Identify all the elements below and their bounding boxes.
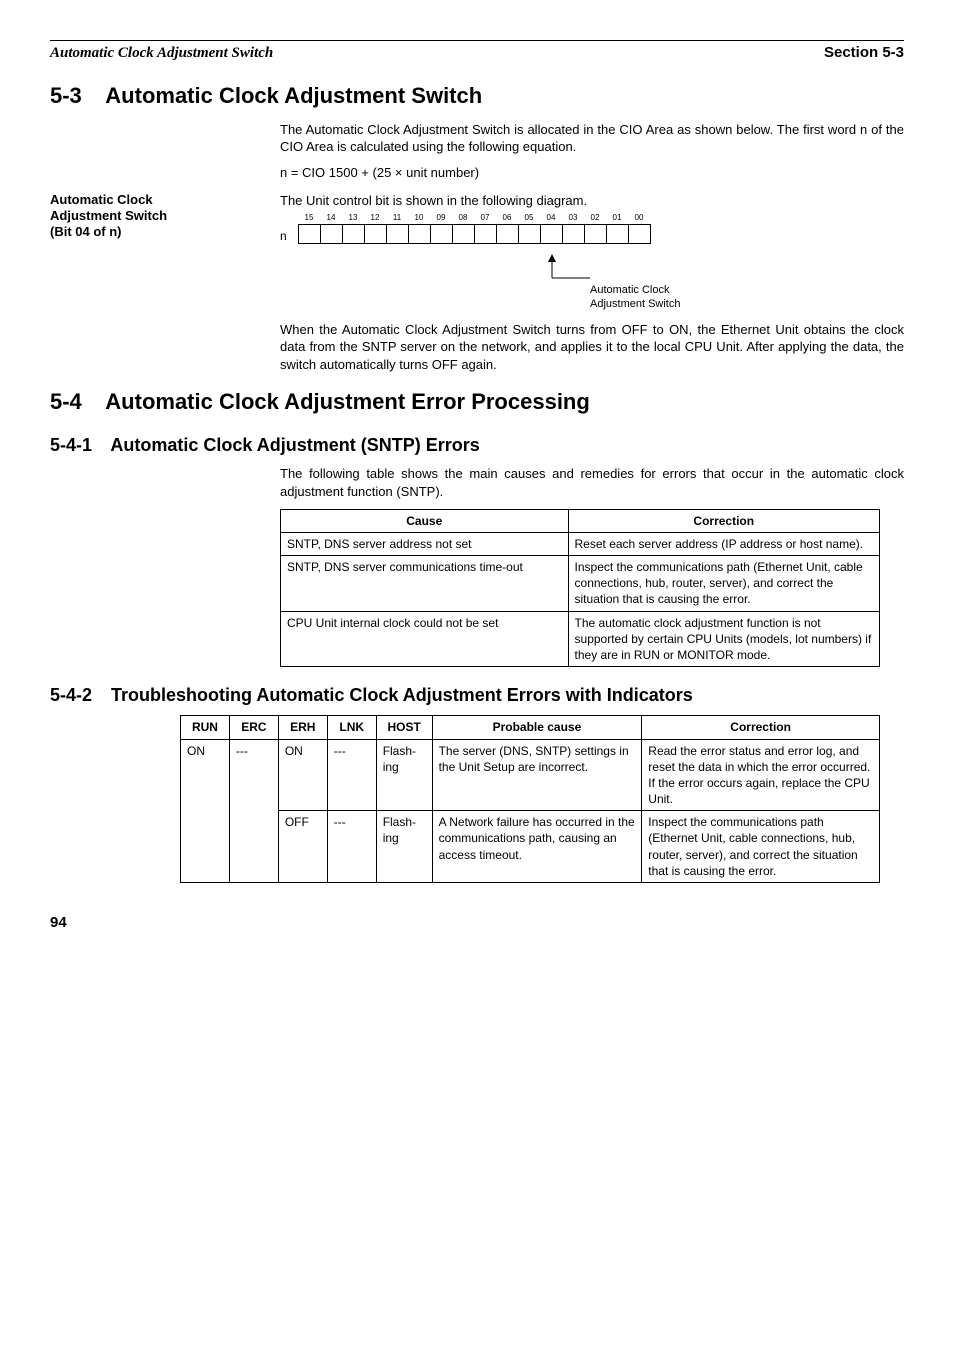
cell-probable: The server (DNS, SNTP) settings in the U… xyxy=(432,739,642,811)
pointer-arrow-icon xyxy=(280,250,680,280)
heading-5-4: 5-4 Automatic Clock Adjustment Error Pro… xyxy=(50,387,904,417)
cell-correction: Reset each server address (IP address or… xyxy=(568,532,879,555)
para-5-3-behavior: When the Automatic Clock Adjustment Swit… xyxy=(280,321,904,374)
table-row: RUN ERC ERH LNK HOST Probable cause Corr… xyxy=(181,716,880,739)
cell-correction: Inspect the communications path (Etherne… xyxy=(642,811,880,883)
header-left: Automatic Clock Adjustment Switch xyxy=(50,43,273,63)
side-label-l1: Automatic Clock xyxy=(50,192,153,207)
pointer-caption-l1: Automatic Clock xyxy=(590,284,669,296)
cell-erh: ON xyxy=(278,739,327,811)
bit-num: 08 xyxy=(452,213,474,224)
formula-n: n = CIO 1500 + (25 × unit number) xyxy=(280,164,904,182)
bit-num: 03 xyxy=(562,213,584,224)
cell-run: ON xyxy=(181,739,230,883)
th-lnk: LNK xyxy=(327,716,376,739)
cell-probable: A Network failure has occurred in the co… xyxy=(432,811,642,883)
bit-num: 09 xyxy=(430,213,452,224)
bit-diagram: 15 14 13 12 11 10 09 08 07 06 05 04 03 0… xyxy=(280,213,904,244)
header-right: Section 5-3 xyxy=(824,43,904,63)
heading-5-4-1-title: Automatic Clock Adjustment (SNTP) Errors xyxy=(110,435,479,455)
cell-host: Flash-ing xyxy=(376,811,432,883)
bit-num: 12 xyxy=(364,213,386,224)
table-troubleshooting: RUN ERC ERH LNK HOST Probable cause Corr… xyxy=(180,715,880,883)
bit-num: 11 xyxy=(386,213,408,224)
bit-num: 04 xyxy=(540,213,562,224)
cell-lnk: --- xyxy=(327,811,376,883)
cell-correction: Read the error status and error log, and… xyxy=(642,739,880,811)
cell-correction: The automatic clock adjustment function … xyxy=(568,611,879,667)
th-cause: Cause xyxy=(281,509,569,532)
table-row: SNTP, DNS server communications time-out… xyxy=(281,555,880,611)
bit-num: 05 xyxy=(518,213,540,224)
bit-num: 00 xyxy=(628,213,650,224)
th-correction: Correction xyxy=(568,509,879,532)
para-5-4-1-intro: The following table shows the main cause… xyxy=(280,465,904,500)
n-label: n xyxy=(280,228,294,244)
cell-erc: --- xyxy=(229,739,278,883)
bit-num: 07 xyxy=(474,213,496,224)
heading-5-4-2-title: Troubleshooting Automatic Clock Adjustme… xyxy=(111,685,693,705)
th-erc: ERC xyxy=(229,716,278,739)
side-label-l3: (Bit 04 of n) xyxy=(50,224,122,239)
pointer-caption-l2: Adjustment Switch xyxy=(590,298,680,310)
table-row: Cause Correction xyxy=(281,509,880,532)
bit-num: 02 xyxy=(584,213,606,224)
th-probable: Probable cause xyxy=(432,716,642,739)
page-number: 94 xyxy=(50,913,904,933)
cell-erh: OFF xyxy=(278,811,327,883)
table-row: CPU Unit internal clock could not be set… xyxy=(281,611,880,667)
bit-num: 15 xyxy=(298,213,320,224)
th-host: HOST xyxy=(376,716,432,739)
cell-cause: CPU Unit internal clock could not be set xyxy=(281,611,569,667)
table-cause-correction: Cause Correction SNTP, DNS server addres… xyxy=(280,509,880,668)
table-row: SNTP, DNS server address not set Reset e… xyxy=(281,532,880,555)
bit-num: 14 xyxy=(320,213,342,224)
cell-lnk: --- xyxy=(327,739,376,811)
th-erh: ERH xyxy=(278,716,327,739)
pointer-caption: Automatic Clock Adjustment Switch xyxy=(590,284,904,310)
side-label-auto-clock: Automatic Clock Adjustment Switch (Bit 0… xyxy=(50,192,250,241)
heading-5-4-2: 5-4-2 Troubleshooting Automatic Clock Ad… xyxy=(50,683,904,707)
table-row: OFF --- Flash-ing A Network failure has … xyxy=(181,811,880,883)
heading-5-3-title: Automatic Clock Adjustment Switch xyxy=(105,83,482,108)
cell-cause: SNTP, DNS server communications time-out xyxy=(281,555,569,611)
bit-num: 13 xyxy=(342,213,364,224)
th-correction: Correction xyxy=(642,716,880,739)
table-row: ON --- ON --- Flash-ing The server (DNS,… xyxy=(181,739,880,811)
heading-5-4-title: Automatic Clock Adjustment Error Process… xyxy=(105,389,590,414)
page-header: Automatic Clock Adjustment Switch Sectio… xyxy=(50,40,904,63)
heading-5-4-1-num: 5-4-1 xyxy=(50,433,106,457)
bit-cells xyxy=(298,224,651,244)
bit-numbers-row: 15 14 13 12 11 10 09 08 07 06 05 04 03 0… xyxy=(298,213,904,224)
cell-host: Flash-ing xyxy=(376,739,432,811)
side-label-l2: Adjustment Switch xyxy=(50,208,167,223)
heading-5-4-2-num: 5-4-2 xyxy=(50,683,106,707)
bit-num: 10 xyxy=(408,213,430,224)
bit-num: 06 xyxy=(496,213,518,224)
cell-cause: SNTP, DNS server address not set xyxy=(281,532,569,555)
para-5-3-intro: The Automatic Clock Adjustment Switch is… xyxy=(280,121,904,156)
heading-5-3: 5-3 Automatic Clock Adjustment Switch xyxy=(50,81,904,111)
heading-5-4-num: 5-4 xyxy=(50,387,100,417)
th-run: RUN xyxy=(181,716,230,739)
bit-num: 01 xyxy=(606,213,628,224)
cell-correction: Inspect the communications path (Etherne… xyxy=(568,555,879,611)
heading-5-4-1: 5-4-1 Automatic Clock Adjustment (SNTP) … xyxy=(50,433,904,457)
para-unit-control-bit: The Unit control bit is shown in the fol… xyxy=(280,192,904,210)
heading-5-3-num: 5-3 xyxy=(50,81,100,111)
